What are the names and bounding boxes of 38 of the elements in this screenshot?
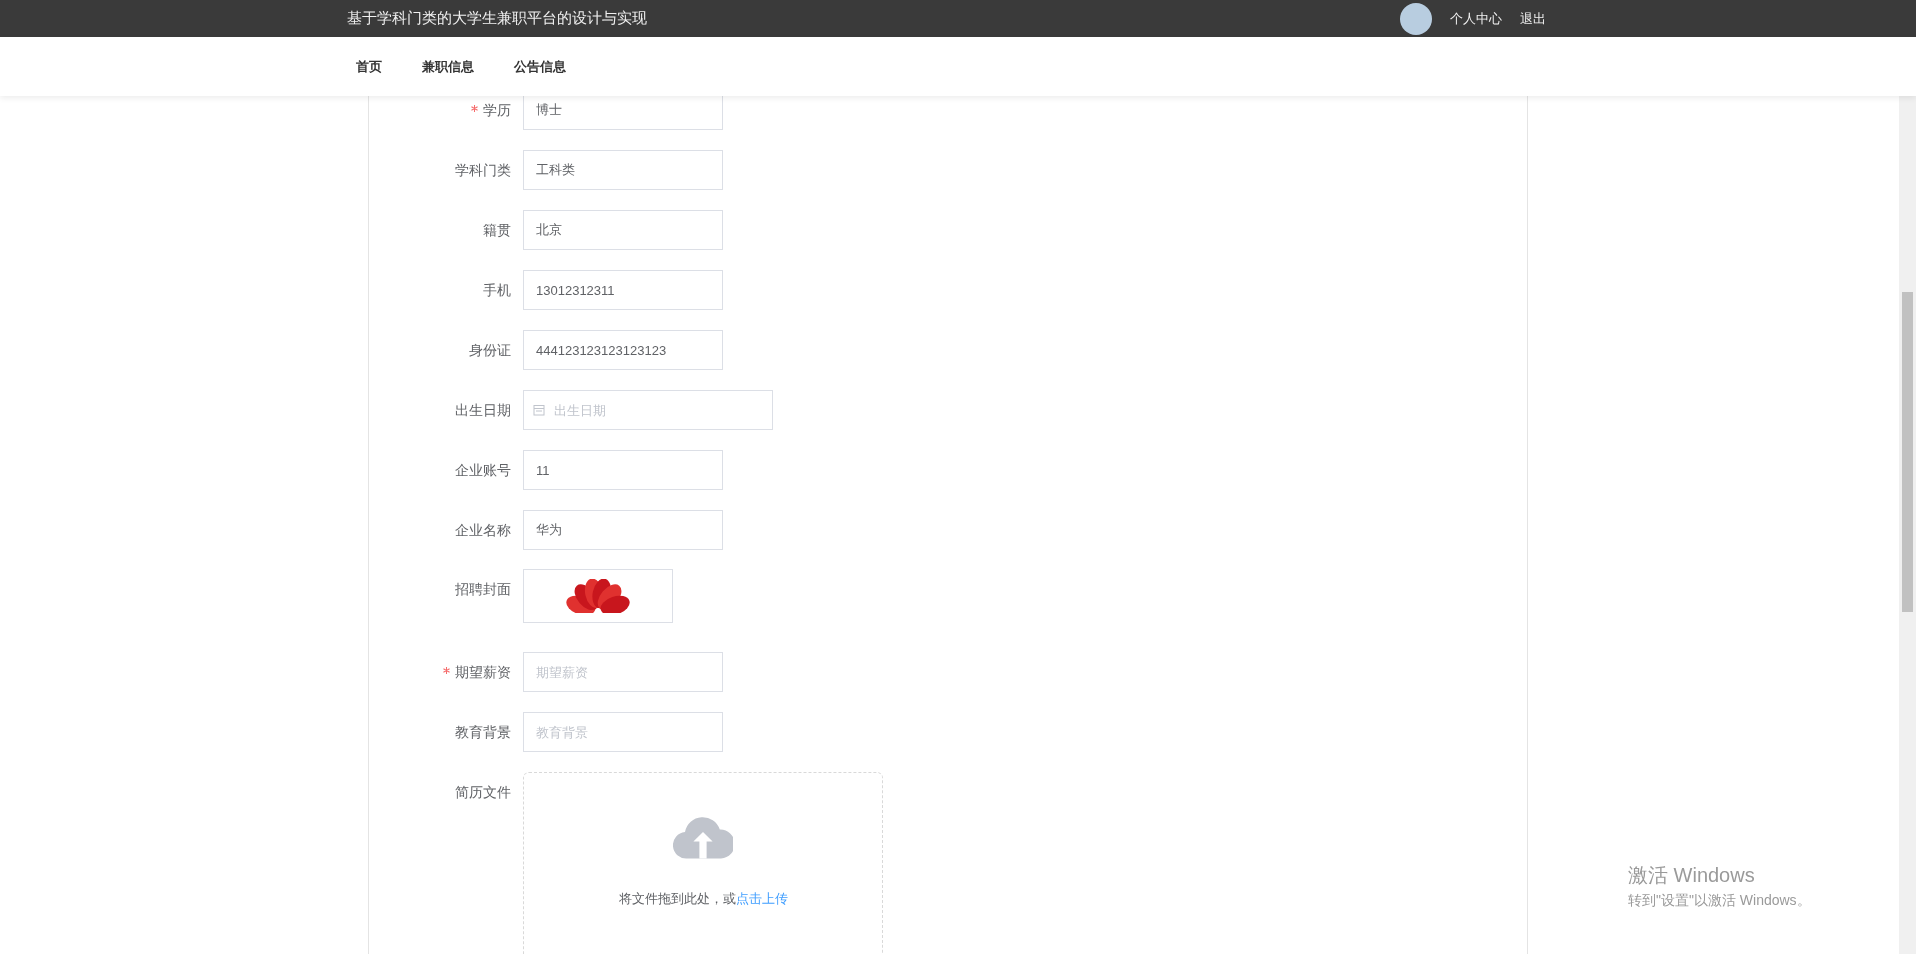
field-label: 手机 <box>483 281 511 299</box>
text-input-field[interactable]: 博士 <box>523 96 723 130</box>
date-input-field[interactable]: 出生日期 <box>523 390 773 430</box>
text-input-field[interactable]: 期望薪资 <box>523 652 723 692</box>
cover-image-thumbnail[interactable] <box>523 569 673 623</box>
text-input-field[interactable]: 工科类 <box>523 150 723 190</box>
field-label: 籍贯 <box>483 221 511 239</box>
field-label: 企业账号 <box>455 461 511 479</box>
field-label: 招聘封面 <box>455 580 511 598</box>
header-link[interactable]: 个人中心 <box>1450 8 1502 29</box>
activation-title: 激活 Windows <box>1628 863 1756 888</box>
cloud-upload-icon <box>673 815 733 861</box>
field-label: 期望薪资 <box>455 663 511 681</box>
field-label: 教育背景 <box>455 723 511 741</box>
field-label: 简历文件 <box>455 783 511 801</box>
nav-tab[interactable]: 首页 <box>356 56 382 77</box>
scrollbar[interactable] <box>1899 96 1916 954</box>
field-label: 出生日期 <box>455 401 511 419</box>
text-input-field[interactable]: 华为 <box>523 510 723 550</box>
upload-dropzone[interactable]: 将文件拖到此处，或点击上传 <box>523 772 883 954</box>
upload-hint: 将文件拖到此处，或点击上传 <box>618 890 788 908</box>
nav-tab[interactable]: 公告信息 <box>514 56 566 77</box>
text-input-field[interactable]: 13012312311 <box>523 270 723 310</box>
site-title: 基于学科门类的大学生兼职平台的设计与实现 <box>347 8 647 29</box>
avatar[interactable] <box>1400 2 1432 35</box>
nav-tab[interactable]: 兼职信息 <box>422 56 474 77</box>
activation-subtitle: 转到"设置"以激活 Windows。 <box>1628 891 1811 910</box>
text-input-field[interactable]: 444123123123123123 <box>523 330 723 370</box>
text-input-field[interactable]: 教育背景 <box>523 712 723 752</box>
calendar-icon <box>533 404 545 416</box>
header-link[interactable]: 退出 <box>1520 8 1546 29</box>
field-label: 学历 <box>483 101 511 119</box>
field-label: 学科门类 <box>455 161 511 179</box>
text-input-field[interactable]: 北京 <box>523 210 723 250</box>
scrollbar-thumb[interactable] <box>1902 292 1913 612</box>
field-label: 身份证 <box>469 341 511 359</box>
text-input-field[interactable]: 11 <box>523 450 723 490</box>
field-label: 企业名称 <box>455 521 511 539</box>
